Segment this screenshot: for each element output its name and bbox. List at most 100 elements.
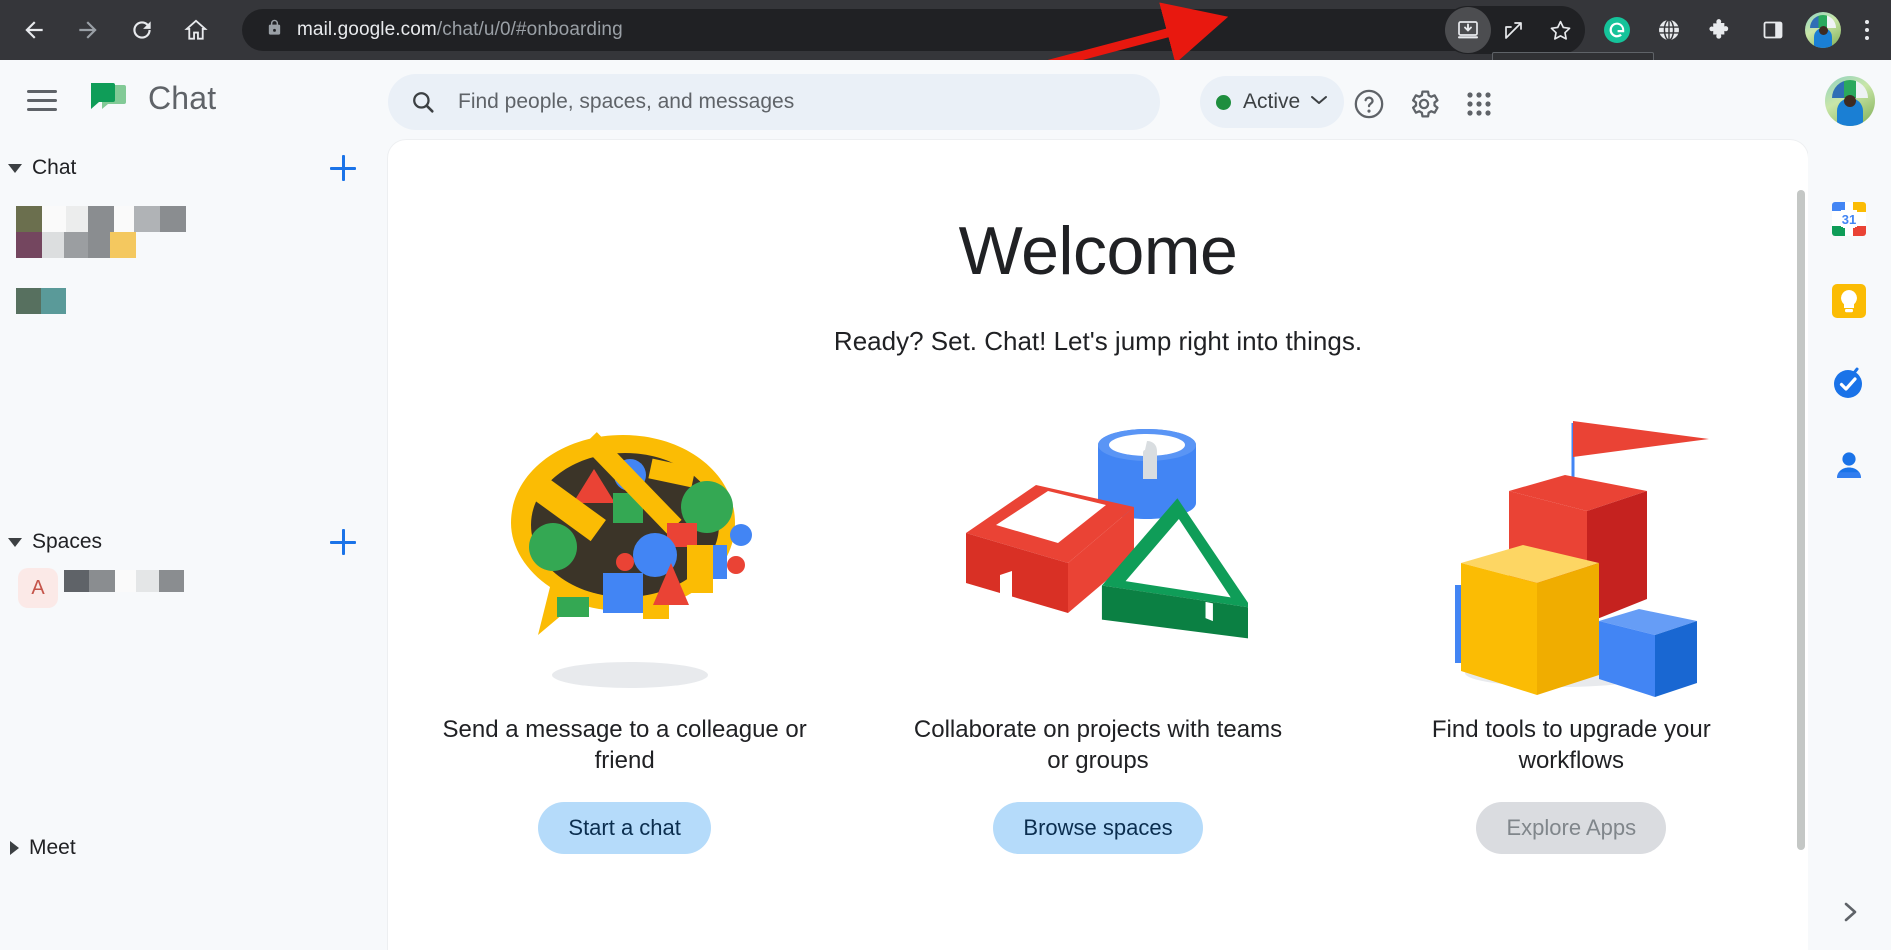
- avatar-head: [1819, 26, 1828, 35]
- hamburger-line: [27, 107, 57, 111]
- google-contacts-icon[interactable]: [1830, 446, 1868, 484]
- onboarding-panel: Welcome Ready? Set. Chat! Let's jump rig…: [388, 140, 1808, 950]
- lock-icon: [266, 18, 283, 42]
- onboarding-card: Find tools to upgrade your workflows Exp…: [1376, 405, 1766, 855]
- kebab-dot: [1865, 20, 1869, 24]
- status-label: Active: [1243, 90, 1301, 113]
- page-title: Welcome: [958, 213, 1238, 289]
- chevron-down-icon: [1310, 93, 1328, 111]
- reload-button[interactable]: [118, 6, 166, 54]
- side-panel-button[interactable]: [1749, 6, 1797, 54]
- browse-spaces-button[interactable]: Browse spaces: [993, 802, 1203, 855]
- collapse-triangle-icon[interactable]: [8, 537, 22, 547]
- onboarding-cards: Send a message to a colleague or friend …: [388, 405, 1808, 855]
- list-item[interactable]: [16, 288, 66, 314]
- card-description: Find tools to upgrade your workflows: [1431, 716, 1711, 774]
- star-icon: [1550, 20, 1570, 40]
- speech-bubble-blocks-illustration: [475, 405, 775, 705]
- sidebar-section-label: Spaces: [32, 530, 103, 553]
- sidebar-item-space[interactable]: [64, 570, 184, 592]
- help-icon: [1354, 89, 1384, 119]
- toolbar-action-group: [1443, 6, 1585, 54]
- search-icon: [413, 92, 434, 113]
- google-keep-icon[interactable]: [1830, 282, 1868, 320]
- sidebar-section-spaces[interactable]: Spaces: [0, 522, 388, 562]
- globe-icon: [1659, 19, 1679, 41]
- collapse-triangle-icon[interactable]: [8, 163, 22, 173]
- blocks-with-flag-illustration: [1421, 405, 1721, 705]
- grammarly-extension-button[interactable]: [1593, 6, 1641, 54]
- new-space-button[interactable]: [326, 525, 360, 559]
- apps-grid-icon: [1467, 92, 1491, 116]
- new-chat-button[interactable]: [326, 151, 360, 185]
- svg-text:31: 31: [1842, 212, 1856, 227]
- settings-button[interactable]: [1400, 80, 1448, 128]
- home-icon: [184, 19, 208, 40]
- search-placeholder: Find people, spaces, and messages: [458, 90, 795, 113]
- chrome-profile-avatar[interactable]: [1805, 12, 1841, 48]
- forward-arrow-icon: [79, 21, 97, 39]
- chrome-menu-button[interactable]: [1849, 6, 1885, 54]
- account-avatar[interactable]: [1825, 76, 1875, 126]
- sidebar-section-chat[interactable]: Chat: [0, 148, 388, 188]
- expand-triangle-icon[interactable]: [10, 841, 19, 855]
- space-avatar[interactable]: A: [18, 568, 58, 608]
- forward-button[interactable]: [64, 6, 112, 54]
- url-text: mail.google.com/chat/u/0/#onboarding: [297, 19, 623, 41]
- url-host: mail.google.com: [297, 19, 437, 40]
- home-button[interactable]: [172, 6, 220, 54]
- sidebar-section-label: Meet: [29, 836, 76, 859]
- kebab-dot: [1865, 36, 1869, 40]
- share-icon: [1505, 22, 1522, 39]
- explore-apps-button[interactable]: Explore Apps: [1476, 802, 1667, 855]
- sidebar-section-meet[interactable]: Meet: [0, 828, 388, 868]
- install-app-button[interactable]: [1445, 7, 1491, 53]
- google-apps-button[interactable]: [1455, 80, 1503, 128]
- bookmark-button[interactable]: [1537, 7, 1583, 53]
- shape-cutters-illustration: [948, 405, 1252, 705]
- sidebar: Chat Spaces A Meet: [0, 140, 388, 950]
- app-header: Chat Find people, spaces, and messages A…: [0, 60, 1891, 140]
- reload-icon: [133, 21, 151, 39]
- side-apps-panel: 31: [1808, 140, 1891, 950]
- google-tasks-icon[interactable]: [1830, 364, 1868, 402]
- search-input[interactable]: Find people, spaces, and messages: [388, 74, 1160, 130]
- page-subtitle: Ready? Set. Chat! Let's jump right into …: [833, 326, 1363, 356]
- onboarding-card: Send a message to a colleague or friend …: [430, 405, 820, 855]
- browser-toolbar: mail.google.com/chat/u/0/#onboarding: [0, 0, 1891, 60]
- hamburger-line: [27, 98, 57, 102]
- grammarly-icon: [1604, 17, 1630, 43]
- install-icon: [1458, 21, 1478, 39]
- expand-panel-button[interactable]: [1834, 896, 1866, 928]
- main-menu-button[interactable]: [22, 82, 62, 118]
- start-a-chat-button[interactable]: Start a chat: [538, 802, 711, 855]
- sidebar-section-label: Chat: [32, 156, 77, 179]
- url-path: /chat/u/0/#onboarding: [436, 19, 623, 40]
- panel-icon: [1763, 21, 1783, 39]
- status-selector[interactable]: Active: [1200, 76, 1345, 128]
- translate-button[interactable]: [1645, 6, 1693, 54]
- google-calendar-icon[interactable]: 31: [1830, 200, 1868, 238]
- onboarding-card: Collaborate on projects with teams or gr…: [903, 405, 1293, 855]
- gear-icon: [1411, 90, 1439, 118]
- extensions-button[interactable]: [1697, 6, 1745, 54]
- address-bar[interactable]: mail.google.com/chat/u/0/#onboarding: [242, 9, 1482, 51]
- scrollbar[interactable]: [1794, 140, 1808, 950]
- google-chat-app: Chat Find people, spaces, and messages A…: [0, 60, 1891, 950]
- avatar-head: [1844, 95, 1856, 107]
- hamburger-line: [27, 89, 57, 93]
- chevron-right-icon: [1844, 902, 1857, 922]
- scrollbar-thumb[interactable]: [1797, 190, 1805, 850]
- help-button[interactable]: [1345, 80, 1393, 128]
- share-button[interactable]: [1491, 7, 1537, 53]
- list-item[interactable]: [16, 232, 136, 258]
- browser-window: mail.google.com/chat/u/0/#onboarding Cha…: [0, 0, 1891, 950]
- google-chat-logo: [88, 82, 128, 120]
- puzzle-icon: [1709, 19, 1729, 39]
- back-arrow-icon: [25, 21, 43, 39]
- back-button[interactable]: [10, 6, 58, 54]
- list-item[interactable]: [16, 206, 186, 232]
- card-description: Collaborate on projects with teams or gr…: [913, 716, 1283, 774]
- status-dot-icon: [1216, 94, 1231, 110]
- kebab-dot: [1865, 28, 1869, 32]
